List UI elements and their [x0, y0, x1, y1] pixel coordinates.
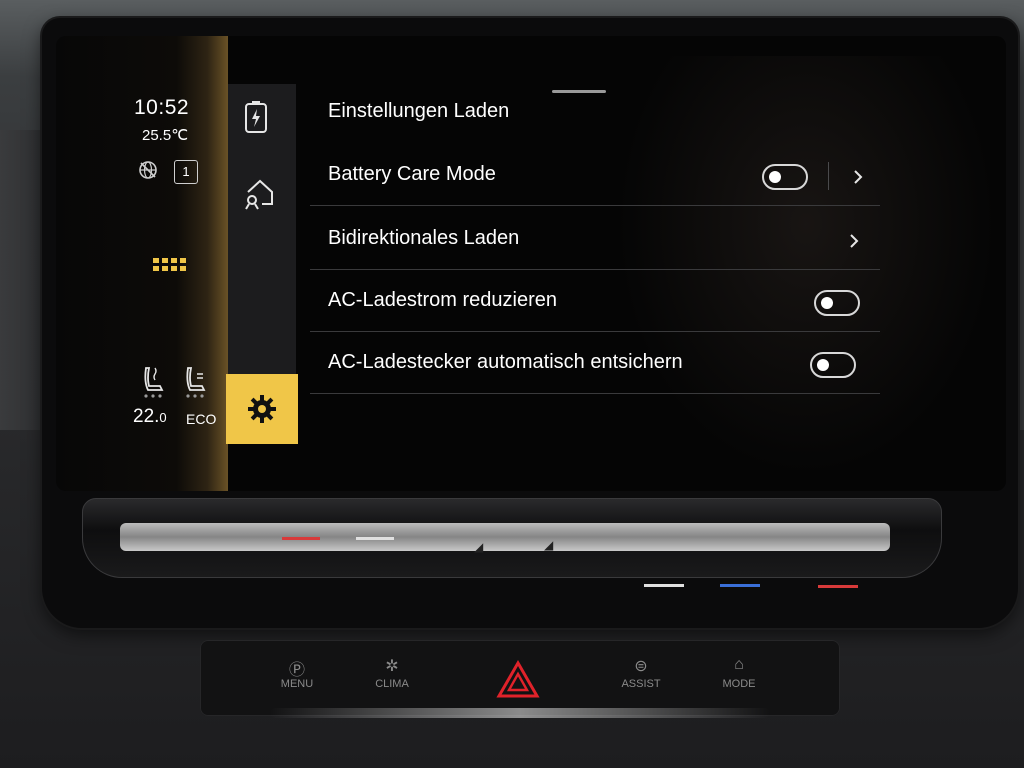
mode-button-label: MODE	[722, 678, 756, 690]
setting-label: Bidirektionales Laden	[328, 227, 520, 249]
ac-plug-unlock-toggle[interactable]	[810, 352, 856, 378]
setting-label: AC-Ladestrom reduzieren	[328, 289, 557, 311]
chevron-right-icon[interactable]	[846, 233, 862, 249]
bottom-trim-glare	[270, 708, 770, 718]
clima-button[interactable]: ✲ CLIMA	[357, 656, 427, 690]
temperature-up-icon[interactable]: ◢	[544, 538, 553, 552]
setting-label: Battery Care Mode	[328, 163, 496, 185]
menu-button[interactable]: Ⓟ MENU	[262, 656, 332, 690]
setting-row-ac-current[interactable]: AC-Ladestrom reduzieren	[310, 270, 880, 332]
page-title: Einstellungen Laden	[328, 100, 510, 122]
battery-charge-icon[interactable]	[244, 100, 268, 134]
driver-assist-icon: ⊜	[634, 658, 648, 675]
clima-button-label: CLIMA	[375, 678, 409, 690]
gear-icon	[248, 395, 276, 423]
passenger-heat-indicator	[282, 537, 320, 540]
message-count-badge[interactable]: 1	[174, 160, 198, 184]
outside-temperature: 25.5℃	[142, 127, 189, 144]
seat-heating-indicator-icon[interactable]	[151, 256, 191, 276]
menu-button-label: MENU	[280, 678, 314, 690]
driver-heat-indicator	[818, 585, 858, 588]
battery-care-toggle[interactable]	[762, 164, 808, 190]
driver-cool-indicator	[720, 584, 760, 587]
cabin-temperature-value: 22.	[133, 406, 160, 427]
driver-seat-heat-icon[interactable]	[140, 364, 168, 400]
passenger-neutral-indicator	[356, 537, 394, 540]
ac-current-toggle[interactable]	[814, 290, 860, 316]
home-charging-icon[interactable]	[242, 176, 276, 212]
cabin-temperature[interactable]: 22.0	[133, 406, 167, 428]
temperature-slider[interactable]	[120, 523, 890, 551]
assist-button[interactable]: ⊜ ASSIST	[606, 656, 676, 690]
setting-label: AC-Ladestecker automatisch entsichern	[328, 351, 683, 373]
setting-row-ac-plug-unlock[interactable]: AC-Ladestecker automatisch entsichern	[310, 332, 880, 394]
hazard-warning-icon[interactable]	[496, 660, 540, 700]
parking-menu-icon: Ⓟ	[288, 662, 305, 679]
mode-button[interactable]: ⌂ MODE	[704, 656, 774, 690]
setting-row-battery-care[interactable]: Battery Care Mode	[310, 144, 880, 206]
assist-button-label: ASSIST	[621, 678, 661, 690]
pull-down-handle[interactable]	[552, 90, 606, 93]
clock: 10:52	[134, 96, 190, 119]
driver-neutral-indicator	[644, 584, 684, 587]
climate-icon: ✲	[385, 658, 399, 675]
cabin-temperature-decimal: 0	[159, 410, 167, 425]
settings-nav-button[interactable]	[226, 374, 298, 444]
chevron-right-icon[interactable]	[850, 169, 866, 185]
setting-row-bidirectional[interactable]: Bidirektionales Laden	[310, 208, 880, 270]
climate-mode-label[interactable]: ECO	[186, 411, 216, 427]
infotainment-screen: 10:52 25.5℃ 1 22.0 ECO Einstellungen Lad…	[56, 36, 1006, 491]
drive-mode-icon: ⌂	[734, 656, 744, 673]
temperature-down-icon[interactable]: ◢	[474, 540, 483, 554]
network-icon[interactable]	[138, 160, 158, 180]
driver-seat-ventilation-icon[interactable]	[182, 364, 210, 400]
row-divider	[828, 162, 829, 190]
